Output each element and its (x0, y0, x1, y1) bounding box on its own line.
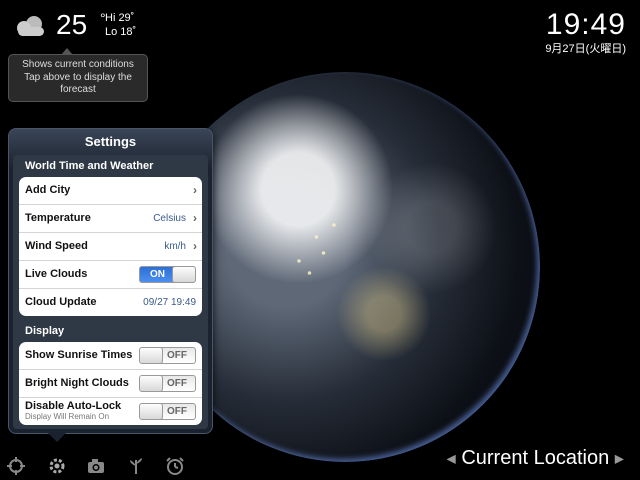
section-header-display: Display (25, 325, 65, 337)
chevron-right-icon: › (193, 183, 197, 197)
live-clouds-row: Live Clouds ON (19, 261, 202, 289)
camera-icon[interactable] (86, 456, 106, 476)
cloud-update-label: Cloud Update (25, 296, 97, 308)
bright-night-toggle[interactable]: OFF (139, 375, 196, 392)
toggle-state: OFF (167, 378, 187, 389)
settings-popover: Settings World Time and Weather Add City… (8, 128, 213, 434)
low-temperature: Lo 18˚ (105, 26, 137, 38)
alarm-clock-icon[interactable] (165, 456, 185, 476)
tooltip-line: forecast (60, 84, 96, 95)
live-clouds-toggle[interactable]: ON (139, 266, 196, 283)
toggle-knob (140, 404, 163, 419)
clock: 19:49 9月27日(火曜日) (545, 8, 626, 56)
settings-title: Settings (84, 134, 137, 149)
cloud-icon (17, 16, 44, 36)
toggle-state: OFF (167, 406, 187, 417)
sunrise-toggle[interactable]: OFF (139, 347, 196, 364)
hi-lo-temps: Hi 29˚ Lo 18˚ (105, 11, 165, 39)
clock-time: 19:49 (545, 8, 626, 41)
location-label: Current Location (461, 447, 610, 469)
weather-tooltip: Shows current conditions Tap above to di… (8, 48, 148, 102)
add-city-label: Add City (25, 184, 71, 196)
autolock-sublabel: Display Will Remain On (25, 412, 110, 421)
toggle-knob (140, 348, 163, 363)
city-lights (285, 205, 355, 285)
clock-date: 9月27日(火曜日) (545, 43, 626, 55)
wind-speed-row[interactable]: Wind Speed km/h › (19, 233, 202, 261)
section-header-world: World Time and Weather (25, 160, 154, 172)
chevron-left-icon[interactable]: ◀ (447, 452, 456, 466)
chevron-right-icon: › (193, 211, 197, 225)
high-temperature: Hi 29˚ (105, 12, 135, 24)
plant-icon[interactable] (126, 456, 146, 476)
sunrise-label: Show Sunrise Times (25, 349, 133, 361)
add-city-row[interactable]: Add City › (19, 177, 202, 205)
toggle-state: OFF (167, 350, 187, 361)
popover-arrow (48, 433, 66, 442)
autolock-toggle[interactable]: OFF (139, 403, 196, 420)
tooltip-line: Shows current conditions (22, 59, 134, 70)
toggle-state: ON (150, 269, 165, 280)
autolock-row: Disable Auto-Lock Display Will Remain On… (19, 398, 202, 425)
location-switcher[interactable]: ◀ Current Location ▶ (447, 444, 624, 473)
toggle-knob (172, 267, 195, 282)
wind-speed-label: Wind Speed (25, 240, 88, 252)
chevron-right-icon[interactable]: ▶ (615, 452, 624, 466)
live-clouds-label: Live Clouds (25, 268, 88, 280)
gear-icon[interactable] (47, 456, 67, 476)
locate-icon[interactable] (6, 456, 26, 476)
chevron-right-icon: › (193, 239, 197, 253)
cloud-update-row: Cloud Update 09/27 19:49 (19, 289, 202, 316)
bright-night-label: Bright Night Clouds (25, 377, 129, 389)
wind-speed-value: km/h (164, 241, 186, 252)
bottom-toolbar (0, 452, 200, 480)
world-settings-group: Add City › Temperature Celsius › Wind Sp… (19, 177, 202, 316)
current-temperature: 25 (56, 9, 88, 40)
toggle-knob (140, 376, 163, 391)
settings-content: World Time and Weather Add City › Temper… (13, 155, 208, 429)
tooltip-line: Tap above to display the (24, 71, 132, 83)
sunrise-row: Show Sunrise Times OFF (19, 342, 202, 370)
temperature-label: Temperature (25, 212, 91, 224)
display-settings-group: Show Sunrise Times OFF Bright Night Clou… (19, 342, 202, 425)
temperature-row[interactable]: Temperature Celsius › (19, 205, 202, 233)
cloud-update-value: 09/27 19:49 (143, 297, 196, 308)
temperature-value: Celsius (153, 213, 186, 224)
